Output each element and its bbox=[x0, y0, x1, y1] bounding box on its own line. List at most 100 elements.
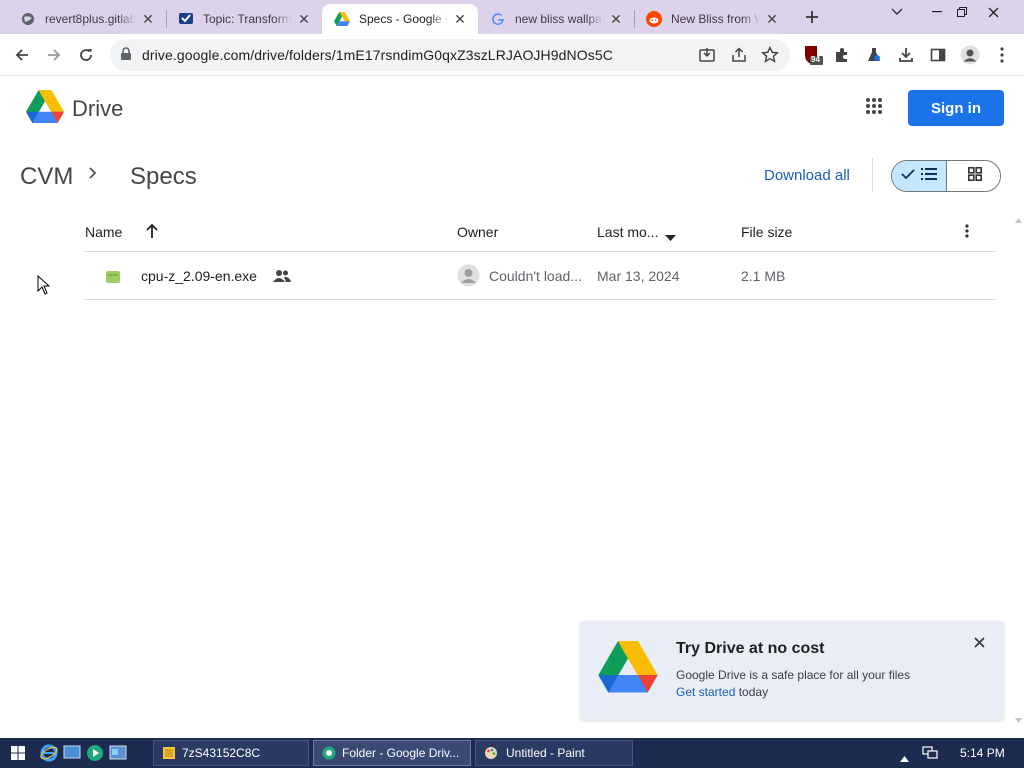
last-modified: Mar 13, 2024 bbox=[597, 268, 680, 284]
restore-icon[interactable] bbox=[945, 0, 979, 24]
show-hidden-icons-icon[interactable] bbox=[900, 749, 909, 767]
view-toggle bbox=[891, 160, 1001, 192]
column-header-last-modified[interactable]: Last mo... bbox=[597, 224, 658, 240]
more-options-icon[interactable] bbox=[964, 223, 970, 244]
mouse-cursor-icon bbox=[37, 274, 51, 300]
tab-title: revert8plus.gitlab bbox=[45, 12, 136, 26]
checkmark-icon bbox=[901, 167, 915, 185]
reload-icon[interactable] bbox=[72, 41, 100, 69]
promo-body: Google Drive is a safe place for all you… bbox=[676, 668, 911, 682]
taskbar-item-7zip[interactable]: 7zS43152C8C bbox=[153, 740, 309, 766]
google-apps-icon[interactable] bbox=[865, 97, 887, 119]
taskbar-item-label: Untitled - Paint bbox=[506, 746, 585, 760]
owner-avatar-icon bbox=[457, 264, 480, 292]
sign-in-button[interactable]: Sign in bbox=[908, 90, 1004, 126]
media-player-icon[interactable] bbox=[86, 744, 104, 767]
globe-icon bbox=[20, 11, 36, 27]
breadcrumb-current[interactable]: Specs bbox=[130, 163, 197, 191]
taskbar-item-label: Folder - Google Driv... bbox=[342, 746, 460, 760]
paint-icon bbox=[484, 746, 498, 760]
drive-logo-icon bbox=[598, 641, 658, 699]
tab-new-bliss-reddit[interactable]: New Bliss from W ✕ bbox=[634, 4, 790, 34]
labs-flask-icon[interactable] bbox=[860, 41, 888, 69]
list-icon bbox=[921, 167, 937, 185]
scroll-up-arrow-icon[interactable] bbox=[1015, 210, 1022, 228]
windows-taskbar: 7zS43152C8C Folder - Google Driv... Unti… bbox=[0, 738, 1024, 768]
extension-badge: 94 bbox=[811, 55, 820, 64]
taskbar-item-google-drive[interactable]: Folder - Google Driv... bbox=[313, 740, 471, 766]
download-all-button[interactable]: Download all bbox=[764, 167, 850, 184]
tab-title: New Bliss from W bbox=[671, 12, 760, 26]
side-panel-icon[interactable] bbox=[924, 41, 952, 69]
dropdown-arrow-icon[interactable] bbox=[665, 229, 676, 247]
install-app-icon[interactable] bbox=[698, 46, 716, 69]
close-tab-icon[interactable]: ✕ bbox=[452, 11, 468, 27]
browser-toolbar: drive.google.com/drive/folders/1mE17rsnd… bbox=[0, 34, 1024, 76]
close-tab-icon[interactable]: ✕ bbox=[296, 11, 312, 27]
address-bar[interactable]: drive.google.com/drive/folders/1mE17rsnd… bbox=[110, 39, 790, 71]
downloads-icon[interactable] bbox=[892, 41, 920, 69]
ublock-extension-icon[interactable]: 94 bbox=[798, 41, 826, 69]
control-panel-icon[interactable] bbox=[109, 744, 127, 767]
google-icon bbox=[490, 11, 506, 27]
extensions-puzzle-icon[interactable] bbox=[828, 41, 856, 69]
grid-icon bbox=[968, 166, 982, 186]
grid-view-button[interactable] bbox=[948, 161, 1000, 191]
chevron-right-icon bbox=[88, 166, 98, 185]
sort-ascending-arrow-icon[interactable] bbox=[145, 223, 159, 244]
scrollbar[interactable] bbox=[1012, 206, 1024, 723]
taskbar-clock[interactable]: 5:14 PM bbox=[960, 746, 1005, 760]
browser-menu-icon[interactable] bbox=[988, 41, 1016, 69]
url-text: drive.google.com/drive/folders/1mE17rsnd… bbox=[142, 47, 613, 63]
share-icon[interactable] bbox=[730, 46, 748, 69]
divider bbox=[85, 299, 995, 300]
file-name[interactable]: cpu-z_2.09-en.exe bbox=[141, 268, 257, 284]
bookmark-star-icon[interactable] bbox=[761, 45, 779, 69]
list-view-button[interactable] bbox=[892, 161, 947, 191]
owner-name: Couldn't load... bbox=[489, 268, 582, 284]
scroll-down-arrow-icon[interactable] bbox=[1015, 710, 1022, 728]
taskbar-item-paint[interactable]: Untitled - Paint bbox=[475, 740, 633, 766]
internet-explorer-icon[interactable] bbox=[40, 744, 58, 767]
close-promo-icon[interactable] bbox=[974, 632, 985, 653]
folder-icon bbox=[162, 746, 176, 760]
divider bbox=[872, 158, 873, 192]
tab-title: Topic: Transform bbox=[203, 12, 292, 26]
executable-file-icon bbox=[106, 270, 120, 288]
tab-specs-drive[interactable]: Specs - Google D ✕ bbox=[322, 4, 478, 34]
get-started-link[interactable]: Get started bbox=[676, 685, 735, 699]
profile-avatar-icon[interactable] bbox=[956, 41, 984, 69]
try-drive-promo: Try Drive at no cost Google Drive is a s… bbox=[580, 621, 1004, 720]
close-tab-icon[interactable]: ✕ bbox=[608, 11, 624, 27]
tab-strip: revert8plus.gitlab ✕ Topic: Transform ✕ … bbox=[0, 0, 1024, 34]
drive-icon bbox=[334, 11, 350, 27]
tab-revert8plus[interactable]: revert8plus.gitlab ✕ bbox=[8, 4, 166, 34]
drive-logo-icon[interactable] bbox=[26, 90, 64, 129]
tab-search-icon[interactable] bbox=[880, 0, 914, 24]
app-name[interactable]: Drive bbox=[72, 96, 123, 122]
back-arrow-icon[interactable] bbox=[8, 41, 36, 69]
reddit-icon bbox=[646, 11, 662, 27]
lock-icon[interactable] bbox=[120, 47, 132, 66]
file-size: 2.1 MB bbox=[741, 268, 786, 284]
close-tab-icon[interactable]: ✕ bbox=[764, 11, 780, 27]
show-desktop-icon[interactable] bbox=[63, 744, 81, 765]
tab-topic-transform[interactable]: Topic: Transform ✕ bbox=[166, 4, 322, 34]
column-header-file-size[interactable]: File size bbox=[741, 224, 792, 240]
breadcrumb-parent[interactable]: CVM bbox=[20, 163, 73, 191]
tab-new-bliss-wallpaper[interactable]: new bliss wallpap ✕ bbox=[478, 4, 634, 34]
promo-cta-suffix: today bbox=[735, 685, 769, 699]
column-header-owner[interactable]: Owner bbox=[457, 224, 498, 240]
windows-start-icon[interactable] bbox=[11, 746, 25, 765]
tab-title: new bliss wallpap bbox=[515, 12, 604, 26]
promo-title: Try Drive at no cost bbox=[676, 640, 825, 657]
tab-title: Specs - Google D bbox=[359, 12, 448, 26]
new-tab-button[interactable] bbox=[798, 5, 826, 29]
forum-icon bbox=[178, 11, 194, 27]
network-icon[interactable] bbox=[921, 745, 939, 766]
promo-cta-line: Get started today bbox=[676, 685, 768, 699]
column-header-name[interactable]: Name bbox=[85, 224, 122, 240]
close-tab-icon[interactable]: ✕ bbox=[140, 11, 156, 27]
close-window-icon[interactable] bbox=[976, 0, 1010, 24]
forward-arrow-icon[interactable] bbox=[40, 41, 68, 69]
